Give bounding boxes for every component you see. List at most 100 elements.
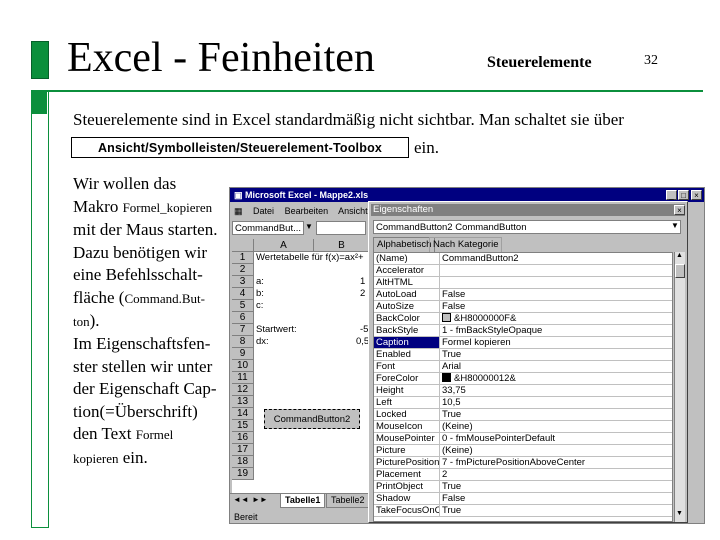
row-header[interactable]: 14 [232, 408, 254, 420]
property-value[interactable]: Arial [442, 361, 670, 372]
property-row[interactable]: Font Arial [374, 361, 672, 373]
property-row[interactable]: Height 33,75 [374, 385, 672, 397]
row-header[interactable]: 12 [232, 384, 254, 396]
property-row[interactable]: BackColor &H8000000F& [374, 313, 672, 325]
menu-bearbeiten[interactable]: Bearbeiten [285, 206, 329, 216]
cell-a1[interactable]: Wertetabelle für f(x)=ax²+ [256, 252, 364, 264]
property-row[interactable]: MouseIcon (Keine) [374, 421, 672, 433]
row-header[interactable]: 7 [232, 324, 254, 336]
row-header[interactable]: 5 [232, 300, 254, 312]
cell-a5[interactable]: c: [256, 300, 263, 312]
property-value[interactable]: &H8000000F& [442, 313, 670, 324]
property-value[interactable]: 33,75 [442, 385, 670, 396]
row-header[interactable]: 6 [232, 312, 254, 324]
row-header[interactable]: 16 [232, 432, 254, 444]
property-value[interactable]: (Keine) [442, 421, 670, 432]
property-value[interactable]: False [442, 301, 670, 312]
property-row[interactable]: MousePointer 0 - fmMousePointerDefault [374, 433, 672, 445]
name-box[interactable]: CommandBut... [232, 221, 304, 235]
dropdown-icon[interactable]: ▼ [305, 222, 313, 231]
row-header[interactable]: 11 [232, 372, 254, 384]
row-header[interactable]: 8 [232, 336, 254, 348]
scroll-up-icon[interactable]: ▲ [676, 252, 683, 259]
property-row[interactable]: TakeFocusOnClickTrue [374, 505, 672, 517]
property-value[interactable]: Formel kopieren [442, 337, 670, 348]
menu-datei[interactable]: Datei [253, 206, 274, 216]
sheet-tab-tabelle2[interactable]: Tabelle2 [326, 494, 370, 508]
property-row[interactable]: Locked True [374, 409, 672, 421]
tab-scroll-first-icon[interactable]: ◄◄ [233, 495, 249, 504]
scroll-down-icon[interactable]: ▼ [676, 510, 683, 517]
property-row[interactable]: AltHTML [374, 277, 672, 289]
tab-nach-kategorie[interactable]: Nach Kategorie [429, 237, 503, 252]
property-row[interactable]: PicturePosition 7 - fmPicturePositionAbov… [374, 457, 672, 469]
property-row[interactable]: PrintObject True [374, 481, 672, 493]
property-value[interactable]: 0 - fmMousePointerDefault [442, 433, 670, 444]
para1-line: fläche (Command.But- [73, 287, 205, 307]
worksheet-grid[interactable]: A B 1 2 3 4 5 6 7 8 9 10 11 12 13 14 15 … [232, 239, 370, 495]
property-value[interactable]: 10,5 [442, 397, 670, 408]
row-header[interactable]: 2 [232, 264, 254, 276]
cell-a8[interactable]: dx: [256, 336, 269, 348]
minimize-icon[interactable]: _ [666, 190, 677, 200]
cell-a3[interactable]: a: [256, 276, 264, 288]
property-value[interactable]: 2 [442, 469, 670, 480]
formula-input[interactable] [316, 221, 366, 235]
property-value[interactable]: True [442, 505, 670, 516]
property-value[interactable]: CommandButton2 [442, 253, 670, 264]
property-row[interactable]: AutoLoad False [374, 289, 672, 301]
property-value[interactable] [442, 277, 670, 288]
property-row[interactable]: AutoSize False [374, 301, 672, 313]
property-value[interactable]: True [442, 481, 670, 492]
property-row[interactable]: Left 10,5 [374, 397, 672, 409]
property-value[interactable]: &H80000012& [442, 373, 670, 384]
cell-a7[interactable]: Startwert: [256, 324, 297, 336]
property-row[interactable]: Picture (Keine) [374, 445, 672, 457]
property-value[interactable]: False [442, 289, 670, 300]
cell-b4[interactable]: 2 [360, 288, 365, 300]
cell-a4[interactable]: b: [256, 288, 264, 300]
properties-close-icon[interactable]: × [674, 205, 685, 215]
property-row[interactable]: Placement 2 [374, 469, 672, 481]
scroll-thumb[interactable] [675, 264, 685, 278]
column-header-a[interactable]: A [254, 239, 314, 252]
property-value[interactable]: 7 - fmPicturePositionAboveCenter [442, 457, 670, 468]
row-header[interactable]: 19 [232, 468, 254, 480]
property-value[interactable]: True [442, 349, 670, 360]
tab-scroll-last-icon[interactable]: ►► [252, 495, 268, 504]
close-icon[interactable]: × [691, 190, 702, 200]
property-row[interactable]: (Name) CommandButton2 [374, 253, 672, 265]
property-value[interactable] [442, 265, 670, 276]
property-value[interactable]: False [442, 493, 670, 504]
properties-scrollbar[interactable]: ▲ ▼ [674, 252, 685, 522]
property-value[interactable]: 1 - fmBackStyleOpaque [442, 325, 670, 336]
object-selector[interactable]: CommandButton2 CommandButton [373, 220, 681, 234]
property-row[interactable]: Shadow False [374, 493, 672, 505]
row-header[interactable]: 13 [232, 396, 254, 408]
row-header[interactable]: 17 [232, 444, 254, 456]
column-header-b[interactable]: B [314, 239, 370, 252]
property-row[interactable]: Caption Formel kopieren [374, 337, 672, 349]
command-button-2[interactable]: CommandButton2 [264, 409, 360, 429]
row-header[interactable]: 1 [232, 252, 254, 264]
row-header[interactable]: 4 [232, 288, 254, 300]
property-value[interactable]: True [442, 409, 670, 420]
property-row[interactable]: Enabled True [374, 349, 672, 361]
row-header[interactable]: 10 [232, 360, 254, 372]
menu-ansicht[interactable]: Ansicht [338, 206, 368, 216]
row-header[interactable]: 9 [232, 348, 254, 360]
row-header[interactable]: 3 [232, 276, 254, 288]
property-row[interactable]: Accelerator [374, 265, 672, 277]
sheet-tab-tabelle1[interactable]: Tabelle1 [280, 494, 326, 508]
excel-right-scrollbar[interactable] [690, 202, 704, 508]
tab-alphabetisch[interactable]: Alphabetisch [373, 237, 436, 252]
row-header[interactable]: 18 [232, 456, 254, 468]
property-value[interactable]: (Keine) [442, 445, 670, 456]
property-row[interactable]: ForeColor &H80000012& [374, 373, 672, 385]
row-header[interactable]: 15 [232, 420, 254, 432]
maximize-icon[interactable]: □ [678, 190, 689, 200]
cell-b3[interactable]: 1 [360, 276, 365, 288]
object-dropdown-icon[interactable]: ▼ [671, 221, 679, 230]
select-all-corner[interactable] [232, 239, 254, 252]
property-row[interactable]: BackStyle 1 - fmBackStyleOpaque [374, 325, 672, 337]
